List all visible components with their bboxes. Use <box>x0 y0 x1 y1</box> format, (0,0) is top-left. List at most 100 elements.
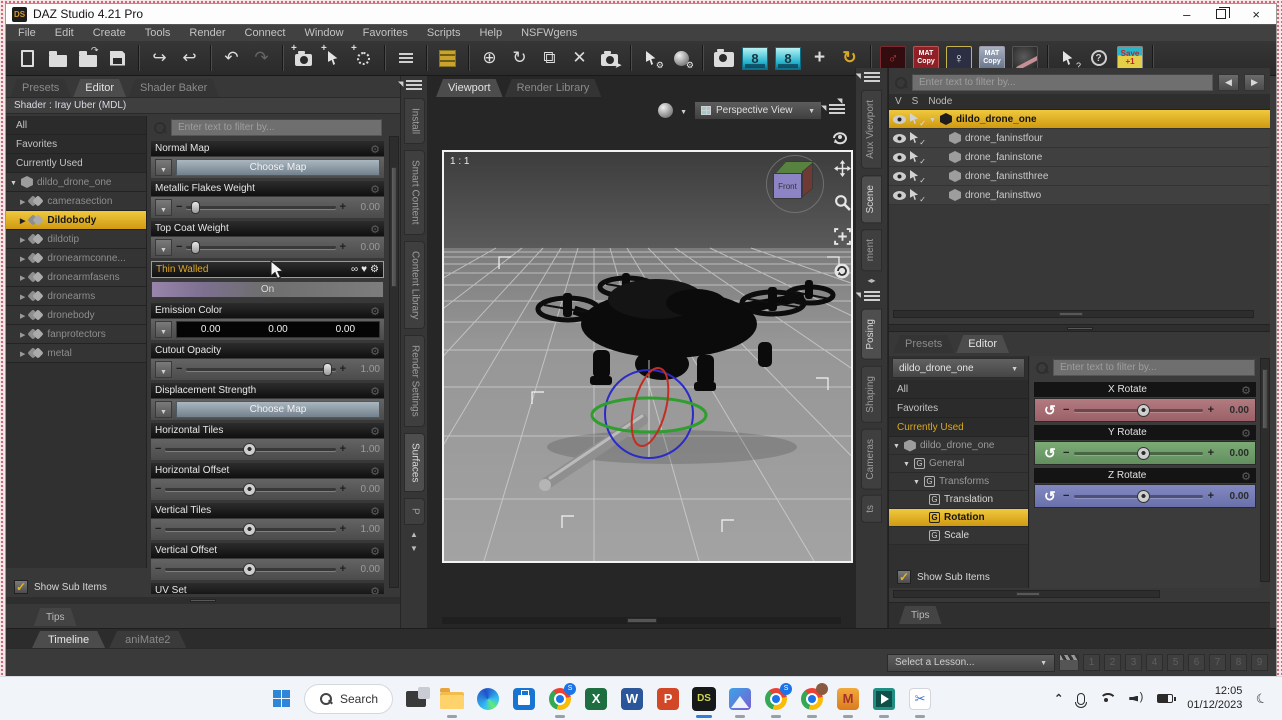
back-button[interactable]: ◀ <box>1218 74 1239 91</box>
lesson-step-button[interactable]: 2 <box>1104 654 1121 671</box>
photos-button[interactable] <box>727 686 753 712</box>
expand-icon[interactable] <box>20 272 25 283</box>
favorite-icon[interactable] <box>361 264 367 275</box>
map-menu-button[interactable] <box>155 199 172 216</box>
new-file-button[interactable] <box>14 45 41 72</box>
gear-icon[interactable] <box>370 502 380 520</box>
forward-button[interactable]: ▶ <box>1244 74 1265 91</box>
edge-button[interactable] <box>475 686 501 712</box>
pane-menu-icon[interactable] <box>406 80 422 92</box>
translate-tool-button[interactable] <box>806 45 833 72</box>
decrement-button[interactable] <box>176 364 182 375</box>
selectable-cursor-icon[interactable] <box>910 189 925 201</box>
gear-icon[interactable] <box>1241 467 1251 485</box>
choose-map-button[interactable]: Choose Map <box>176 401 380 418</box>
chrome-button[interactable]: S <box>547 686 573 712</box>
tab-presets[interactable]: Presets <box>10 79 71 97</box>
slider-track[interactable] <box>186 206 335 209</box>
map-menu-button[interactable] <box>155 401 172 418</box>
selectable-cursor-icon[interactable] <box>910 113 925 125</box>
taskbar-clock[interactable]: 12:05 01/12/2023 <box>1187 685 1242 713</box>
dock-tab-install[interactable]: Install <box>404 98 425 144</box>
gear-icon[interactable] <box>1241 424 1251 442</box>
export-button[interactable] <box>176 45 203 72</box>
param-tree-root[interactable]: dildo_drone_one <box>889 437 1028 455</box>
scene-list-button[interactable] <box>392 45 419 72</box>
battery-icon[interactable] <box>1157 694 1173 703</box>
view-cube[interactable]: Front <box>765 154 825 214</box>
menu-item-nsfwgens[interactable]: NSFWgens <box>521 27 577 39</box>
filter-all[interactable]: All <box>889 380 1028 399</box>
undo-button[interactable] <box>218 45 245 72</box>
surfaces-scrollbar[interactable] <box>389 136 399 588</box>
menu-item-file[interactable]: File <box>18 27 36 39</box>
orbit-tool-button[interactable] <box>476 45 503 72</box>
slider-thumb[interactable] <box>1137 490 1150 503</box>
slider-thumb[interactable] <box>191 201 200 214</box>
clapperboard-icon[interactable] <box>1059 654 1079 671</box>
game-app-button[interactable]: M <box>835 686 861 712</box>
posing-hscrollbar[interactable] <box>893 590 1160 598</box>
slider-thumb[interactable] <box>243 523 256 536</box>
aim-tool-icon[interactable] <box>833 262 851 280</box>
map-menu-button[interactable] <box>155 159 172 176</box>
dock-tab-shaping[interactable]: Shaping <box>861 366 882 423</box>
camera-tool-button[interactable]: ➤ <box>596 45 623 72</box>
tray-expand-icon[interactable]: ⌃ <box>1054 692 1063 705</box>
thin-walled-toggle[interactable]: On <box>151 281 384 298</box>
scene-node[interactable]: drone_faninstone <box>889 148 1270 167</box>
expand-icon[interactable] <box>20 310 25 321</box>
node-selector[interactable]: dildo_drone_one <box>892 358 1025 378</box>
chrome-profile3-button[interactable] <box>799 686 825 712</box>
dock-tab-cameras[interactable]: Cameras <box>861 429 882 490</box>
decrement-button[interactable] <box>155 524 161 535</box>
file-explorer-button[interactable] <box>439 686 465 712</box>
gear-icon[interactable] <box>370 140 380 158</box>
increment-button[interactable] <box>340 564 346 575</box>
param-group-translation[interactable]: GTranslation <box>889 491 1028 509</box>
decrement-button[interactable] <box>155 484 161 495</box>
lesson-step-button[interactable]: 1 <box>1083 654 1100 671</box>
map-menu-button[interactable] <box>155 361 172 378</box>
increment-button[interactable] <box>1208 491 1214 502</box>
visibility-eye-icon[interactable] <box>893 134 906 143</box>
daz-studio-button[interactable]: DS <box>691 686 717 712</box>
new-light-button[interactable] <box>320 45 347 72</box>
gear-icon[interactable] <box>370 382 380 400</box>
show-sub-items-checkbox[interactable] <box>897 570 911 584</box>
gear-icon[interactable] <box>370 342 380 360</box>
expand-icon[interactable] <box>20 348 25 359</box>
emission-color-swatch[interactable]: 0.000.000.00 <box>176 321 380 338</box>
lesson-step-button[interactable]: 8 <box>1230 654 1247 671</box>
decrement-button[interactable] <box>1063 448 1069 459</box>
tab-animate2[interactable]: aniMate2 <box>109 631 186 648</box>
view-cube-front-face[interactable]: Front <box>773 173 802 199</box>
zoom-tool-icon[interactable] <box>834 194 851 211</box>
frame-tool-icon[interactable] <box>834 228 851 245</box>
task-view-button[interactable] <box>403 686 429 712</box>
increment-button[interactable] <box>340 364 346 375</box>
slider-track[interactable] <box>1074 452 1202 455</box>
surface-selection-tool-button[interactable] <box>668 45 695 72</box>
expand-icon[interactable] <box>20 253 25 264</box>
save-button[interactable] <box>104 45 131 72</box>
decrement-button[interactable] <box>176 242 182 253</box>
scene-filter-input[interactable]: Enter text to filter by... <box>912 74 1213 91</box>
link-icon[interactable] <box>351 264 358 275</box>
gear-icon[interactable] <box>370 542 380 560</box>
node-selection-tool-button[interactable] <box>638 45 665 72</box>
collapse-icon[interactable] <box>913 476 920 487</box>
param-group[interactable]: GTransforms <box>889 473 1028 491</box>
gear-icon[interactable] <box>370 220 380 238</box>
microphone-icon[interactable] <box>1077 693 1085 705</box>
surface-item[interactable]: dronearmconne... <box>6 249 146 268</box>
filter-currently-used[interactable]: Currently Used <box>889 418 1028 437</box>
scene-node[interactable]: drone_faninstthree <box>889 167 1270 186</box>
expand-icon[interactable] <box>20 215 25 226</box>
param-group-rotation[interactable]: GRotation <box>889 509 1028 527</box>
selectable-cursor-icon[interactable] <box>910 132 925 144</box>
splitter[interactable] <box>6 597 400 604</box>
menu-item-window[interactable]: Window <box>304 27 343 39</box>
gear-icon[interactable] <box>370 582 380 595</box>
increment-button[interactable] <box>340 202 346 213</box>
